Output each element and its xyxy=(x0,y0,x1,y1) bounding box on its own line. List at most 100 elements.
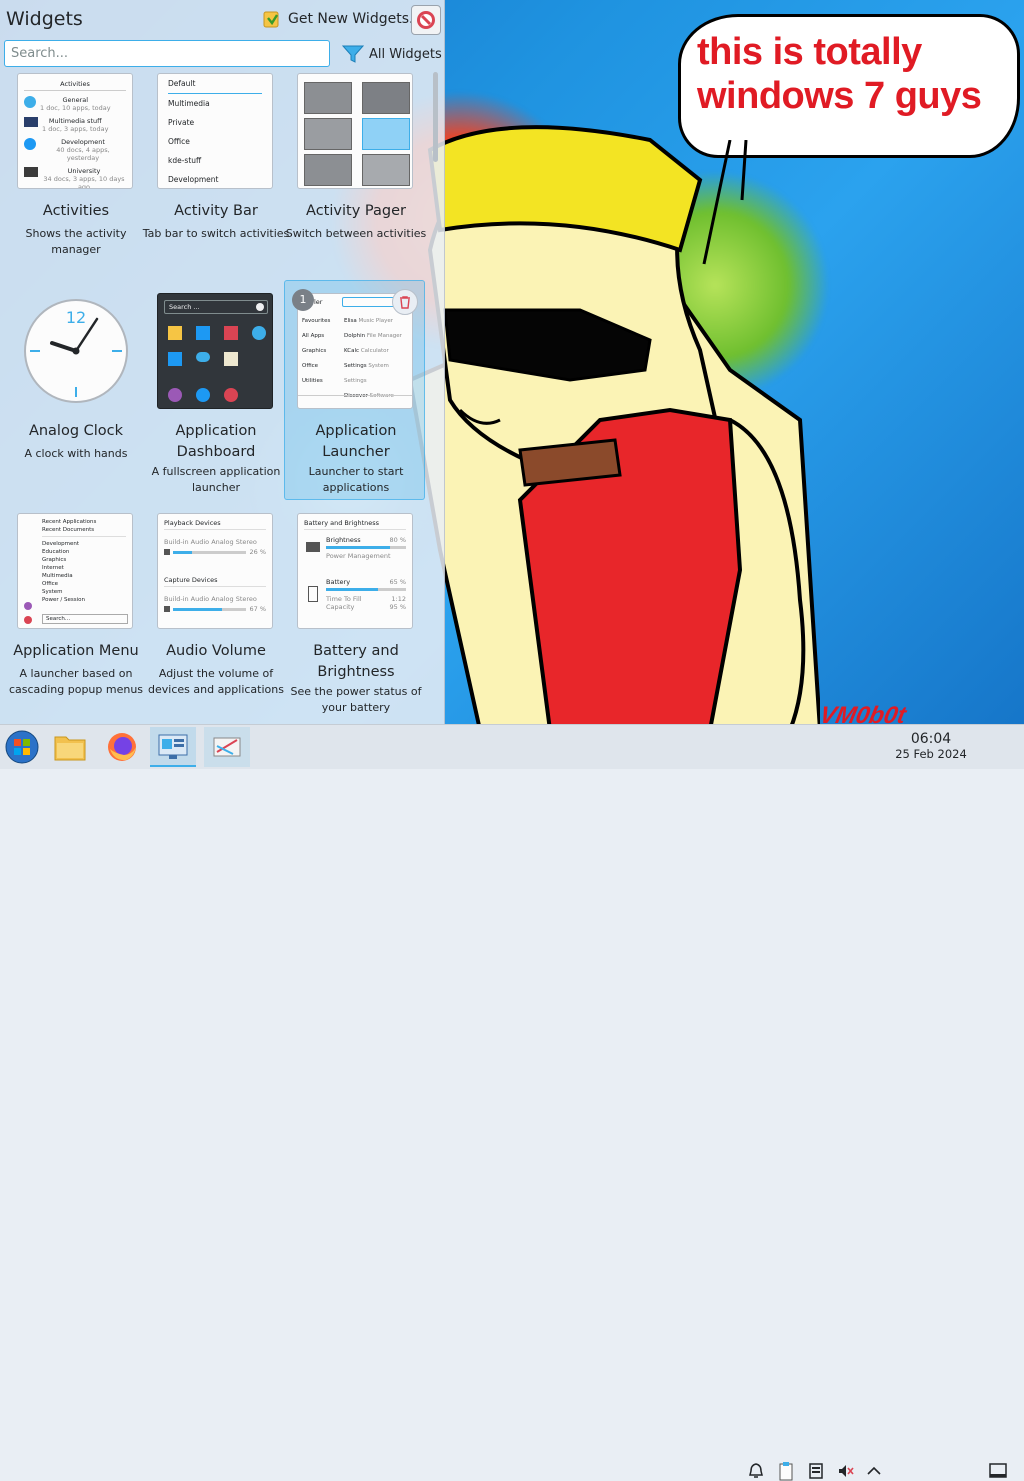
close-panel-button[interactable] xyxy=(411,5,441,35)
widget-description: See the power status of your battery xyxy=(290,685,422,714)
preview-item: Development xyxy=(168,175,219,184)
preview-label: Power Management xyxy=(326,552,391,560)
panel-title: Widgets xyxy=(6,8,83,30)
preview-item-sub: 1 doc, 10 apps, today xyxy=(40,104,111,112)
preview-label: Capacity xyxy=(326,603,355,611)
clock-date[interactable]: 25 Feb 2024 xyxy=(888,747,974,761)
preview-app-sub: File Manager xyxy=(366,333,402,339)
preview-item-sub: 1 doc, 3 apps, today xyxy=(42,125,109,133)
widgets-panel: Widgets Get New Widgets... All Widgets A… xyxy=(0,0,445,724)
preview-item: Internet xyxy=(42,565,64,571)
preview-header: Playback Devices xyxy=(164,519,266,530)
tray-device-notifier[interactable] xyxy=(806,1461,826,1481)
widget-preview xyxy=(297,73,413,189)
preview-item: Recent Documents xyxy=(42,526,126,537)
preview-label: Brightness xyxy=(326,536,361,544)
bell-icon xyxy=(749,1463,763,1478)
preview-device: Build-in Audio Analog Stereo xyxy=(164,595,257,603)
widget-name: Battery and Brightness xyxy=(313,643,399,680)
preview-item: Development xyxy=(61,138,105,146)
speech-bubble-text: this is totally windows 7 guys xyxy=(697,31,982,117)
widget-list-scrollbar[interactable] xyxy=(433,72,438,162)
volume-muted-icon xyxy=(839,1465,854,1477)
widget-description: A clock with hands xyxy=(24,447,128,460)
show-desktop-icon xyxy=(989,1463,1007,1478)
taskbar-drawing-app[interactable] xyxy=(204,727,250,767)
windows-orb-icon xyxy=(5,730,39,764)
preview-item: Office xyxy=(42,581,59,587)
widget-preview: Default Multimedia Private Office kde-st… xyxy=(157,73,273,189)
preview-item: University xyxy=(67,167,101,175)
preview-item: Development xyxy=(42,541,80,547)
remove-widget-button[interactable] xyxy=(392,289,418,315)
preview-search-text: ler xyxy=(314,298,323,306)
chevron-up-icon xyxy=(867,1466,881,1475)
brightness-fill xyxy=(326,546,390,549)
widget-preview: Search ... xyxy=(157,293,273,409)
preview-header: Activities xyxy=(24,80,126,91)
system-settings-icon xyxy=(158,734,188,759)
widget-name: Analog Clock xyxy=(28,423,124,439)
preview-item-sub: 34 docs, 3 apps, 10 days ago xyxy=(43,175,125,189)
tray-audio-volume[interactable] xyxy=(836,1461,856,1481)
preview-item: General xyxy=(62,96,89,104)
taskbar-firefox[interactable] xyxy=(102,727,142,767)
taskbar-system-settings[interactable] xyxy=(150,727,196,767)
preview-category: Office xyxy=(302,363,319,369)
preview-app: Dolphin xyxy=(344,333,366,339)
firefox-icon xyxy=(108,733,136,761)
preview-item: Recent Applications xyxy=(42,519,97,525)
get-new-widgets-label: Get New Widgets... xyxy=(288,11,423,27)
paint-icon xyxy=(213,737,241,757)
instance-count-badge: 1 xyxy=(292,289,314,311)
widget-description: Launcher to start applications xyxy=(308,465,404,494)
tray-notifications[interactable] xyxy=(746,1461,766,1481)
preview-label: Time To Fill xyxy=(326,595,362,603)
preview-category: Favourites xyxy=(302,318,331,324)
filter-icon xyxy=(342,45,364,63)
preview-item: Office xyxy=(168,137,190,146)
widget-description: Tab bar to switch activities xyxy=(142,227,290,240)
preview-item: Power / Session xyxy=(42,597,85,603)
preview-item: kde-stuff xyxy=(168,156,202,165)
preview-search-text: Search... xyxy=(42,614,128,624)
widget-description: A launcher based on cascading popup menu… xyxy=(8,667,144,696)
widget-preview: Playback Devices Build-in Audio Analog S… xyxy=(157,513,273,629)
widget-description: Adjust the volume of devices and applica… xyxy=(148,667,284,696)
widget-filter-button[interactable]: All Widgets xyxy=(342,42,442,66)
speech-bubble-tail xyxy=(702,140,748,265)
widget-name: Activities xyxy=(42,203,110,219)
preview-item: Multimedia xyxy=(42,573,73,579)
preview-percent: 80 % xyxy=(389,536,406,544)
widget-name: Application Launcher xyxy=(315,423,397,460)
folder-icon xyxy=(54,736,86,761)
preview-value: 95 % xyxy=(389,603,406,611)
clock-time[interactable]: 06:04 xyxy=(896,731,966,747)
start-menu-button[interactable] xyxy=(2,727,42,767)
preview-category: All Apps xyxy=(302,333,325,339)
widget-name: Audio Volume xyxy=(166,643,266,659)
svg-text:12: 12 xyxy=(66,308,86,327)
taskbar-file-manager[interactable] xyxy=(50,727,90,767)
show-desktop-button[interactable] xyxy=(988,1461,1008,1481)
preview-device: Build-in Audio Analog Stereo xyxy=(164,538,257,546)
widget-description: Shows the activity manager xyxy=(25,227,127,256)
get-new-widgets-button[interactable]: Get New Widgets... xyxy=(258,6,426,32)
preview-app: KCalc xyxy=(344,348,360,354)
widget-name: Application Menu xyxy=(13,643,139,659)
close-icon xyxy=(417,11,435,29)
taskbar xyxy=(0,724,1024,1481)
widget-description: A fullscreen application launcher xyxy=(151,465,281,494)
preview-percent: 26 % xyxy=(249,548,266,556)
widget-name: Activity Pager xyxy=(306,203,406,219)
preview-label: Battery xyxy=(326,578,351,586)
preview-value: 1:12 xyxy=(391,595,406,603)
widget-preview: Recent Applications Recent Documents Dev… xyxy=(17,513,133,629)
preview-app-sub: Music Player xyxy=(358,318,394,324)
preview-item: Education xyxy=(42,549,70,555)
tray-expand[interactable] xyxy=(864,1461,884,1481)
tray-clipboard[interactable] xyxy=(776,1461,796,1481)
capture-volume-fill xyxy=(173,607,223,611)
widget-search-input[interactable] xyxy=(4,40,330,67)
analog-clock-icon: 12 xyxy=(24,299,128,403)
